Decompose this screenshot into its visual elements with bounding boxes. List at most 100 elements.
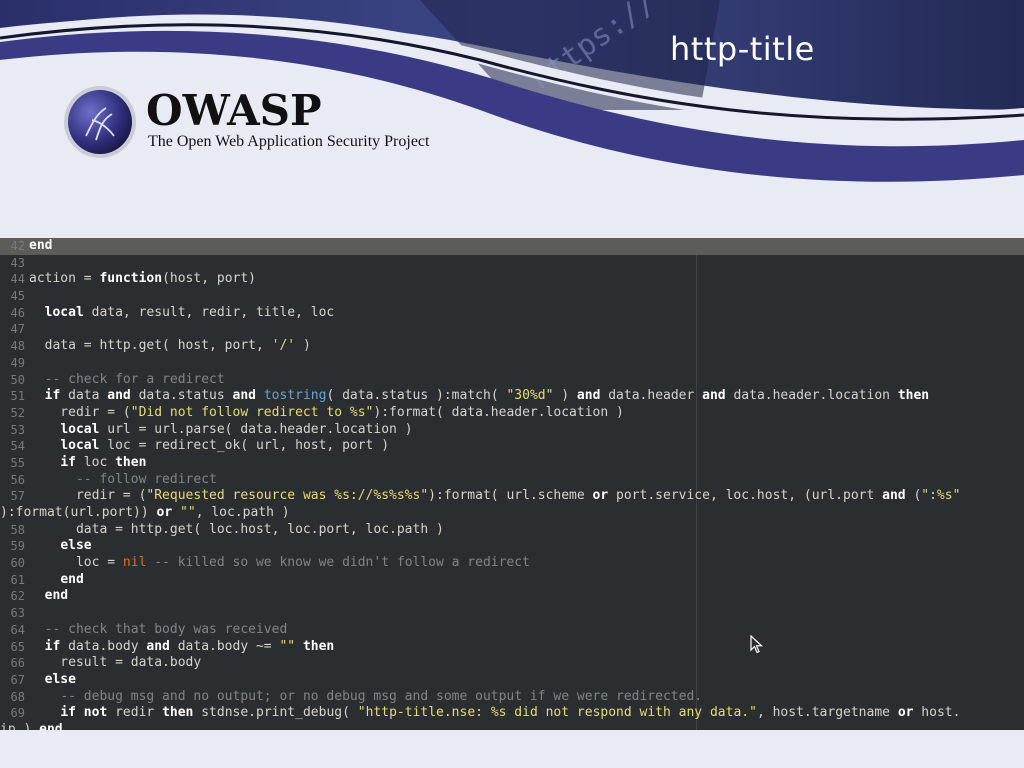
- keyword: local: [60, 421, 100, 437]
- code-line[interactable]: 50 -- check for a redirect: [0, 372, 1024, 389]
- line-number: 54: [10, 439, 25, 454]
- code-text: data.status: [130, 388, 233, 404]
- code-line[interactable]: 55 if loc then: [0, 455, 1024, 472]
- code-line[interactable]: 58 data = http.get( loc.host, loc.port, …: [0, 522, 1024, 539]
- keyword: then: [897, 388, 930, 404]
- code-line[interactable]: 57 redir = ("Requested resource was %s:/…: [0, 488, 1024, 505]
- line-number: 50: [10, 372, 25, 387]
- code-line[interactable]: 61 end: [0, 572, 1024, 589]
- slide-title: http-title: [670, 30, 815, 68]
- keyword: or: [592, 488, 609, 504]
- line-content: if data.body and data.body ~= "" then: [29, 638, 335, 656]
- line-content: ip ) end: [0, 722, 63, 730]
- keyword: end: [44, 588, 69, 604]
- code-line[interactable]: 51 if data and data.status and tostring(…: [0, 388, 1024, 405]
- line-content: -- check that body was received: [29, 621, 288, 639]
- code-line[interactable]: 49: [0, 355, 1024, 372]
- string-literal: "Requested resource was %s://%s%s%s": [146, 488, 429, 504]
- line-number: 68: [10, 689, 25, 704]
- string-literal: '/': [271, 338, 296, 354]
- line-number: 56: [10, 472, 25, 487]
- comment: -- debug msg and no output; or no debug …: [60, 688, 703, 704]
- comment: -- follow redirect: [75, 471, 217, 487]
- string-literal: "Did not follow redirect to %s": [130, 404, 374, 420]
- code-text: action =: [29, 271, 100, 287]
- code-line[interactable]: ):format(url.port)) or "", loc.path ): [0, 505, 1024, 522]
- code-line[interactable]: 64 -- check that body was received: [0, 622, 1024, 639]
- keyword: if: [60, 454, 76, 470]
- line-content: redir = ("Requested resource was %s://%s…: [29, 488, 960, 505]
- code-line[interactable]: 53 local url = url.parse( data.header.lo…: [0, 422, 1024, 439]
- string-literal: "http-title.nse: %s did not respond with…: [357, 705, 757, 721]
- keyword: local: [44, 304, 84, 320]
- line-number: 57: [10, 489, 25, 504]
- code-text: (host, port): [162, 271, 256, 287]
- line-number: 55: [10, 455, 25, 470]
- code-line[interactable]: 65 if data.body and data.body ~= "" then: [0, 639, 1024, 656]
- line-number: 66: [10, 656, 25, 671]
- code-line[interactable]: 62 end: [0, 588, 1024, 605]
- line-number: 49: [10, 355, 25, 370]
- keyword: local: [60, 438, 100, 454]
- line-content: end: [29, 238, 52, 255]
- line-number: 61: [10, 572, 25, 587]
- code-line[interactable]: 60 loc = nil -- killed so we know we did…: [0, 555, 1024, 572]
- keyword: end: [29, 238, 53, 253]
- code-line[interactable]: 46 local data, result, redir, title, loc: [0, 305, 1024, 322]
- comment: -- check that body was received: [44, 621, 288, 637]
- code-text: loc = redirect_ok( url, host, port ): [99, 438, 390, 454]
- code-line[interactable]: 48 data = http.get( host, port, '/' ): [0, 338, 1024, 355]
- code-text: redir = (: [29, 488, 147, 504]
- code-line[interactable]: 43: [0, 255, 1024, 272]
- code-text: , host.targetname: [756, 705, 898, 721]
- code-line[interactable]: 59 else: [0, 538, 1024, 555]
- line-number: 69: [10, 706, 25, 721]
- keyword: end: [60, 571, 84, 587]
- code-line[interactable]: 44 action = function(host, port): [0, 271, 1024, 288]
- code-text: data.header: [600, 388, 703, 404]
- code-line[interactable]: 69 if not redir then stdnse.print_debug(…: [0, 705, 1024, 722]
- mouse-pointer-icon: [750, 635, 764, 654]
- line-number: 59: [10, 539, 25, 554]
- line-content: -- follow redirect: [29, 472, 217, 489]
- code-line[interactable]: 45: [0, 288, 1024, 305]
- code-line[interactable]: ip ) end: [0, 722, 1024, 730]
- code-text: redir = (: [29, 404, 131, 420]
- keyword: if: [44, 638, 61, 654]
- code-line[interactable]: 66 result = data.body: [0, 655, 1024, 672]
- line-content: else: [29, 538, 91, 555]
- keyword: or: [897, 705, 914, 721]
- line-content: action = function(host, port): [29, 271, 256, 288]
- code-line[interactable]: 42 end: [0, 238, 1024, 255]
- code-text: data: [60, 388, 108, 404]
- keyword: or: [156, 505, 173, 520]
- line-content: else: [29, 672, 76, 689]
- code-text: redir: [107, 705, 163, 721]
- keyword: then: [162, 705, 194, 721]
- code-line[interactable]: 68 -- debug msg and no output; or no deb…: [0, 689, 1024, 706]
- keyword: and: [702, 388, 726, 404]
- code-line[interactable]: 67 else: [0, 672, 1024, 689]
- code-editor[interactable]: 42 end 43 44 action = function(host, port) 45…: [0, 238, 1024, 730]
- code-text: ):format(url.port)): [0, 505, 157, 520]
- code-line[interactable]: 47: [0, 321, 1024, 338]
- code-line[interactable]: 63: [0, 605, 1024, 622]
- line-content: data = http.get( host, port, '/' ): [29, 338, 311, 355]
- line-content: end: [29, 588, 68, 605]
- code-line[interactable]: 54 local loc = redirect_ok( url, host, p…: [0, 438, 1024, 455]
- line-number: 62: [10, 589, 25, 604]
- line-number: 53: [10, 422, 25, 437]
- slide-header: https:// http-title OWASP The Open Web A…: [0, 0, 1024, 240]
- code-text: ):format( url.scheme: [428, 488, 593, 504]
- code-line[interactable]: 56 -- follow redirect: [0, 472, 1024, 489]
- code-line[interactable]: 52 redir = ("Did not follow redirect to …: [0, 405, 1024, 422]
